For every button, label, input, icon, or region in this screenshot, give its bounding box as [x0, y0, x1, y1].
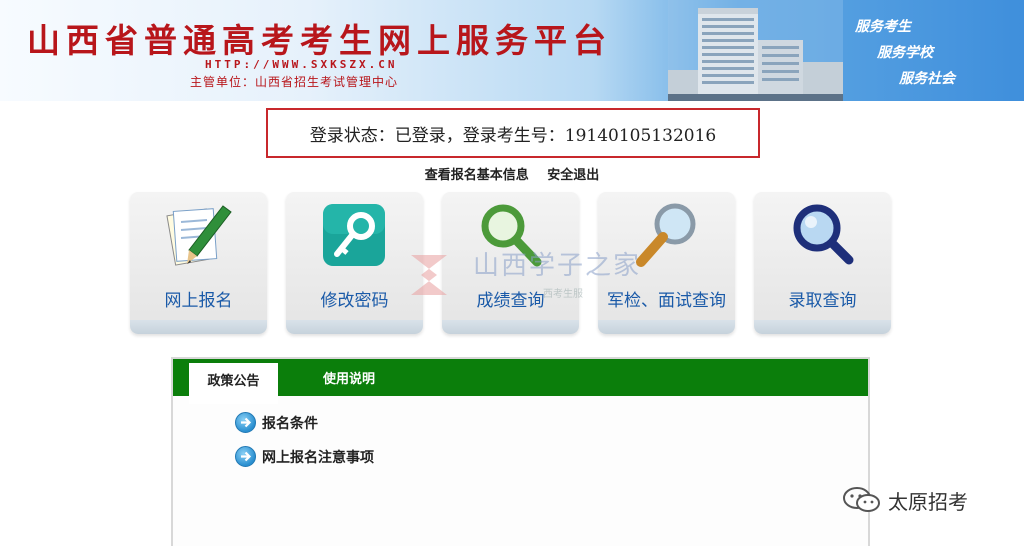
- notice-item-label: 网上报名注意事项: [262, 449, 374, 466]
- account-links: 查看报名基本信息 安全退出: [0, 164, 1024, 183]
- tab-usage-instructions[interactable]: 使用说明: [323, 359, 375, 396]
- notice-item[interactable]: 报名条件: [235, 412, 318, 433]
- notice-item-label: 报名条件: [262, 415, 318, 432]
- arrow-right-icon: [235, 412, 256, 433]
- site-organizer: 主管单位：山西省招生考试管理中心: [190, 75, 399, 89]
- pencil-paper-icon: [166, 205, 232, 266]
- tile-label: 网上报名: [164, 291, 233, 311]
- login-status-box: 登录状态：已登录，登录考生号：19140105132016: [266, 108, 760, 158]
- notice-panel: 政策公告 使用说明 报名条件 网上报名注意事项: [171, 357, 870, 546]
- magnifier-blue-icon: [793, 204, 854, 265]
- site-url: HTTP://WWW.SXKSZX.CN: [205, 58, 398, 71]
- wechat-icon: [843, 487, 880, 512]
- tile-label: 军检、面试查询: [607, 291, 726, 311]
- notice-item[interactable]: 网上报名注意事项: [235, 446, 374, 467]
- magnifier-gold-icon: [636, 203, 696, 267]
- tile-label: 录取查询: [788, 291, 857, 311]
- tile-label: 成绩查询: [476, 291, 545, 311]
- key-icon: [323, 204, 385, 266]
- login-status-text: 登录状态：已登录，登录考生号：19140105132016: [309, 125, 717, 146]
- magnifier-green-icon: [481, 204, 542, 267]
- arrow-right-icon: [235, 446, 256, 467]
- tile-military-interview-query[interactable]: 军检、面试查询: [598, 192, 735, 334]
- tile-label: 修改密码: [320, 291, 389, 311]
- site-title: 山西省普通高考考生网上服务平台: [27, 21, 612, 60]
- tile-online-registration[interactable]: 网上报名: [130, 192, 267, 334]
- tile-admission-query[interactable]: 录取查询: [754, 192, 891, 334]
- slogan-2: 服务学校: [877, 45, 933, 61]
- notice-tab-bar: 政策公告 使用说明: [173, 359, 868, 404]
- slogan-3: 服务社会: [899, 71, 955, 87]
- tab-policy-announcement[interactable]: 政策公告: [189, 363, 278, 404]
- tile-score-query[interactable]: 成绩查询: [442, 192, 579, 334]
- logout-link[interactable]: 安全退出: [547, 168, 599, 183]
- tile-change-password[interactable]: 修改密码: [286, 192, 423, 334]
- wechat-watermark: 太原招考: [842, 485, 968, 515]
- slogans: 服务考生 服务学校 服务社会: [855, 14, 955, 92]
- wechat-account-name: 太原招考: [888, 489, 968, 514]
- view-basic-info-link[interactable]: 查看报名基本信息: [425, 168, 529, 183]
- slogan-1: 服务考生: [855, 19, 911, 35]
- header-banner: 山西省普通高考考生网上服务平台 HTTP://WWW.SXKSZX.CN 主管单…: [0, 0, 1024, 101]
- building-image: [668, 0, 843, 101]
